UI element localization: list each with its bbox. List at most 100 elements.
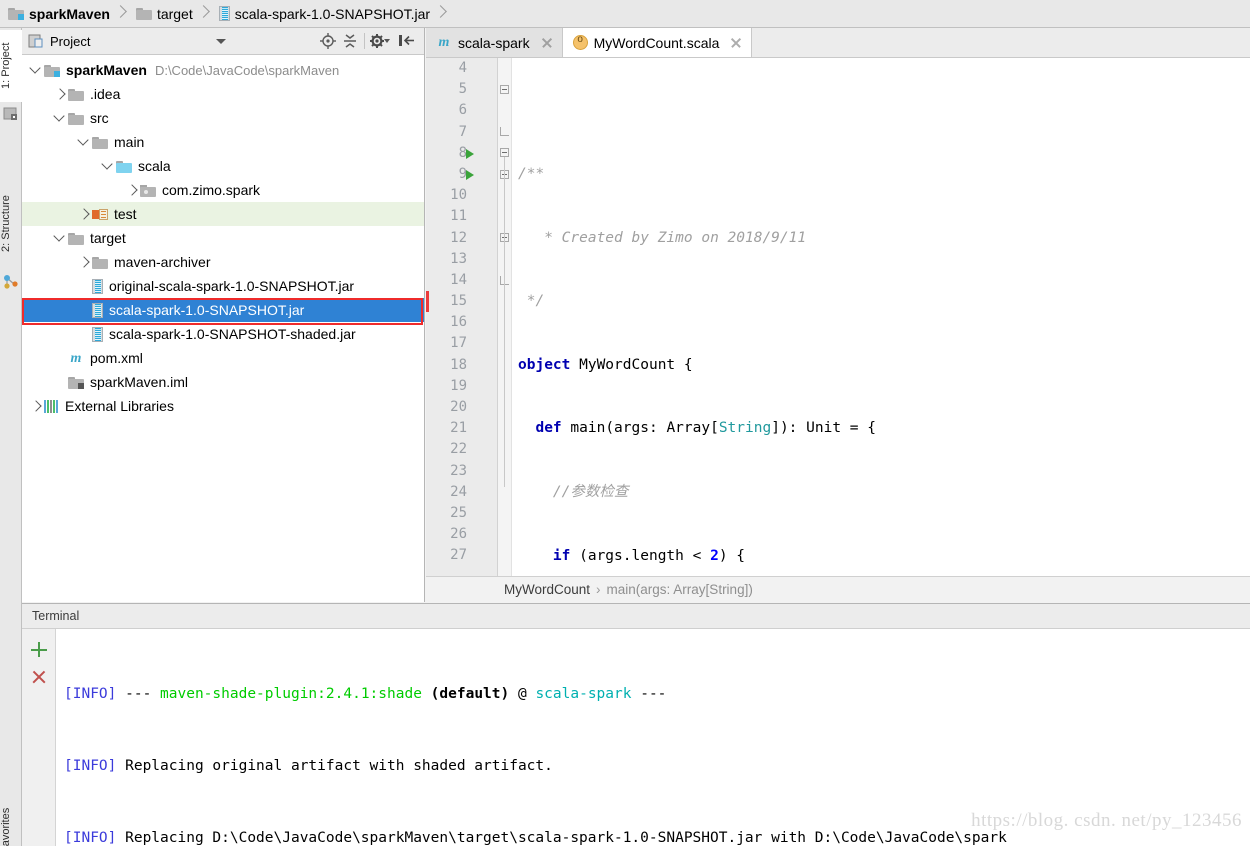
close-session-button[interactable] — [22, 663, 56, 691]
chevron-right-icon[interactable] — [124, 182, 140, 198]
line-number: 22 — [450, 441, 467, 458]
jar-icon — [92, 278, 103, 294]
tree-item-idea[interactable]: .idea — [22, 82, 424, 106]
collapse-all-icon[interactable] — [339, 30, 361, 52]
code-token: String — [718, 420, 772, 437]
tree-item-label: com.zimo.spark — [162, 182, 261, 198]
gutter-line: 19 — [426, 376, 497, 397]
tree-item-target[interactable]: target — [22, 226, 424, 250]
gutter-line: 27 — [426, 545, 497, 566]
code-line: //参数检查 — [518, 482, 1250, 503]
fold-toggle-icon[interactable] — [500, 148, 509, 157]
chevron-down-icon[interactable] — [210, 30, 232, 52]
breadcrumb-chevron-icon — [114, 0, 128, 28]
chevron-down-icon[interactable] — [52, 110, 68, 126]
tree-item-label: maven-archiver — [114, 254, 211, 270]
line-number: 7 — [458, 123, 467, 140]
terminal-tool-window: Terminal [INFO] --- maven-shade-plugin:2… — [22, 603, 1250, 846]
chevron-right-icon[interactable] — [28, 398, 44, 414]
tree-item-main[interactable]: main — [22, 130, 424, 154]
gutter-line: 26 — [426, 524, 497, 545]
crosshair-icon[interactable] — [317, 30, 339, 52]
project-tree[interactable]: sparkMaven D:\Code\JavaCode\sparkMaven .… — [22, 55, 424, 602]
chevron-right-icon[interactable] — [76, 206, 92, 222]
log-text: @ — [509, 686, 536, 702]
fold-toggle-icon[interactable] — [500, 85, 509, 94]
editor-marker-lane[interactable] — [1238, 88, 1250, 549]
run-gutter-icon[interactable] — [466, 148, 474, 159]
terminal-output[interactable]: [INFO] --- maven-shade-plugin:2.4.1:shad… — [56, 629, 1250, 846]
tab-label: MyWordCount.scala — [593, 34, 720, 51]
editor-fold-strip[interactable] — [498, 58, 512, 576]
module-icon — [44, 64, 60, 77]
hide-panel-icon[interactable] — [396, 30, 418, 52]
tree-item-label: sparkMaven — [66, 62, 147, 78]
sidebar-item-structure[interactable]: 2: Structure — [0, 178, 22, 270]
tab-mywordcount-scala[interactable]: MyWordCount.scala — [562, 28, 753, 57]
breadcrumb-item-project[interactable]: sparkMaven — [0, 0, 114, 28]
code-line: object MyWordCount { — [518, 355, 1250, 376]
line-number: 18 — [450, 356, 467, 373]
chevron-right-icon[interactable] — [52, 86, 68, 102]
breadcrumb-item-jar[interactable]: scala-spark-1.0-SNAPSHOT.jar — [211, 0, 434, 28]
tree-item-maven-archiver[interactable]: maven-archiver — [22, 250, 424, 274]
chevron-right-icon[interactable] — [76, 254, 92, 270]
editor-gutter[interactable]: 4 5 6 7 8 9 10 11 12 13 14 15 16 17 18 1… — [426, 58, 498, 576]
tree-item-scala-spark-jar[interactable]: scala-spark-1.0-SNAPSHOT.jar — [22, 298, 424, 322]
tree-item-original-jar[interactable]: original-scala-spark-1.0-SNAPSHOT.jar — [22, 274, 424, 298]
code-token: main(args: — [561, 420, 667, 437]
package-icon — [140, 184, 156, 197]
tree-item-scala[interactable]: scala — [22, 154, 424, 178]
chevron-down-icon[interactable] — [52, 230, 68, 246]
log-text: Replacing D:\Code\JavaCode\sparkMaven\ta… — [125, 830, 1007, 846]
sidebar-item-project[interactable]: 1: Project — [0, 30, 22, 102]
gutter-line: 15 — [426, 291, 497, 313]
editor-text[interactable]: /** * Created by Zimo on 2018/9/11 */ ob… — [512, 58, 1250, 576]
tab-scala-spark[interactable]: m scala-spark — [426, 28, 563, 57]
terminal-title: Terminal — [32, 609, 80, 623]
code-token: MyWordCount { — [570, 356, 693, 373]
run-gutter-icon[interactable] — [466, 169, 474, 180]
tree-item-pom-xml[interactable]: m pom.xml — [22, 346, 424, 370]
line-number: 20 — [450, 399, 467, 415]
chevron-down-icon[interactable] — [100, 158, 116, 174]
scala-object-icon — [572, 34, 588, 50]
tree-item-sparkMaven[interactable]: sparkMaven D:\Code\JavaCode\sparkMaven — [22, 58, 424, 82]
close-icon[interactable] — [729, 36, 743, 50]
breadcrumb-item-target[interactable]: target — [128, 0, 197, 28]
tree-item-label: src — [90, 110, 109, 126]
line-number: 11 — [450, 208, 467, 225]
libraries-icon — [44, 399, 59, 413]
tree-item-shaded-jar[interactable]: scala-spark-1.0-SNAPSHOT-shaded.jar — [22, 322, 424, 346]
close-icon[interactable] — [540, 36, 554, 50]
tree-item-sparkmaven-iml[interactable]: sparkMaven.iml — [22, 370, 424, 394]
tree-item-src[interactable]: src — [22, 106, 424, 130]
gear-icon[interactable] — [368, 30, 390, 52]
chevron-down-icon[interactable] — [28, 62, 44, 78]
code-token: ]): Unit = { — [771, 420, 876, 437]
tree-item-com-zimo-spark[interactable]: com.zimo.spark — [22, 178, 424, 202]
jar-icon — [218, 6, 230, 21]
breadcrumb-class[interactable]: MyWordCount — [504, 582, 590, 597]
line-number: 6 — [458, 102, 467, 119]
line-number: 15 — [450, 293, 467, 310]
tree-item-label: original-scala-spark-1.0-SNAPSHOT.jar — [109, 278, 355, 294]
new-session-button[interactable] — [22, 635, 56, 663]
code-token: if — [552, 547, 571, 564]
sidebar-item-favorites[interactable]: Favorites — [0, 786, 22, 846]
breadcrumb-label: target — [156, 5, 193, 22]
code-editor[interactable]: 4 5 6 7 8 9 10 11 12 13 14 15 16 17 18 1… — [426, 58, 1250, 576]
code-token: (args.length < — [570, 547, 711, 564]
code-token: /** — [518, 166, 545, 182]
tree-item-external-libraries[interactable]: External Libraries — [22, 394, 424, 418]
folder-icon — [92, 136, 108, 149]
folder-icon — [92, 256, 108, 269]
breadcrumb-method[interactable]: main(args: Array[String]) — [607, 582, 753, 597]
module-icon — [8, 7, 24, 20]
log-text: --- — [631, 686, 667, 702]
tree-item-test[interactable]: test — [22, 202, 424, 226]
tree-item-label: main — [114, 134, 145, 150]
line-number: 21 — [450, 420, 467, 437]
chevron-down-icon[interactable] — [76, 134, 92, 150]
